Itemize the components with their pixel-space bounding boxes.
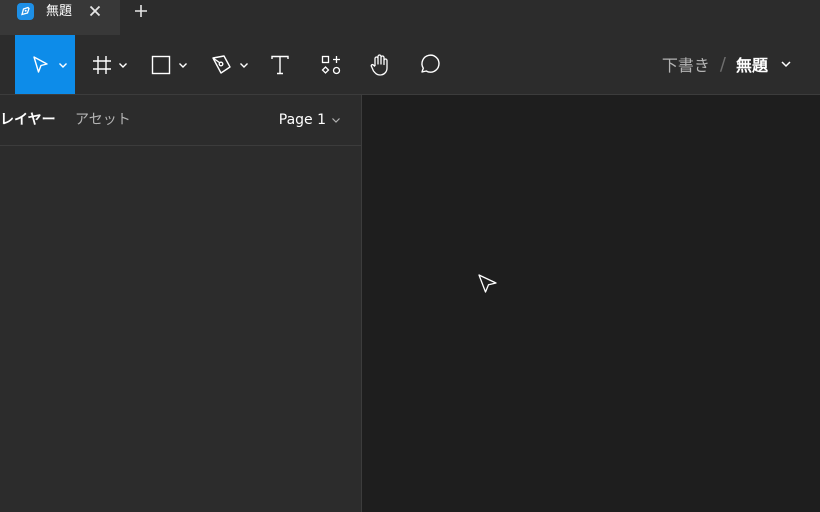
plus-icon[interactable] — [132, 2, 150, 20]
chevron-down-icon — [332, 118, 340, 123]
breadcrumb-separator: / — [719, 53, 726, 75]
file-tab[interactable]: 無題 — [0, 0, 120, 35]
tab-title: 無題 — [46, 4, 73, 19]
panel-header: レイヤー アセット Page 1 — [0, 95, 361, 146]
page-name: Page 1 — [278, 112, 326, 128]
chevron-down-icon[interactable] — [178, 60, 188, 70]
move-tool-button[interactable] — [15, 35, 75, 94]
chevron-down-icon[interactable] — [780, 58, 792, 70]
tab-bar: 無題 — [0, 0, 820, 35]
breadcrumb: 下書き / 無題 — [662, 52, 792, 76]
breadcrumb-drafts[interactable]: 下書き — [662, 52, 710, 76]
resources-tool-button[interactable] — [316, 35, 346, 94]
hand-icon — [370, 54, 388, 76]
pen-tool-button[interactable] — [207, 35, 252, 94]
tab-layers[interactable]: レイヤー — [0, 111, 56, 129]
rectangle-icon — [151, 55, 171, 75]
chevron-down-icon[interactable] — [118, 60, 128, 70]
frame-tool-button[interactable] — [88, 35, 133, 94]
text-tool-button[interactable] — [265, 35, 295, 94]
resources-icon — [321, 55, 341, 75]
text-icon — [271, 55, 289, 75]
chevron-down-icon[interactable] — [58, 60, 68, 70]
shape-tool-button[interactable] — [147, 35, 192, 94]
move-cursor-icon — [33, 56, 48, 73]
toolbar: 下書き / 無題 — [0, 35, 820, 95]
tab-assets[interactable]: アセット — [75, 111, 131, 129]
hand-tool-button[interactable] — [365, 35, 395, 94]
mouse-cursor-icon — [478, 274, 497, 293]
frame-icon — [93, 56, 111, 74]
figma-file-icon — [17, 3, 34, 20]
canvas[interactable] — [362, 95, 820, 512]
page-selector[interactable]: Page 1 — [279, 111, 341, 129]
pen-icon — [212, 55, 231, 74]
chevron-down-icon[interactable] — [239, 60, 249, 70]
left-panel: レイヤー アセット Page 1 — [0, 95, 362, 512]
close-icon[interactable] — [86, 2, 104, 20]
comment-icon — [421, 54, 440, 73]
comment-tool-button[interactable] — [415, 35, 445, 94]
breadcrumb-file-name[interactable]: 無題 — [736, 52, 768, 76]
